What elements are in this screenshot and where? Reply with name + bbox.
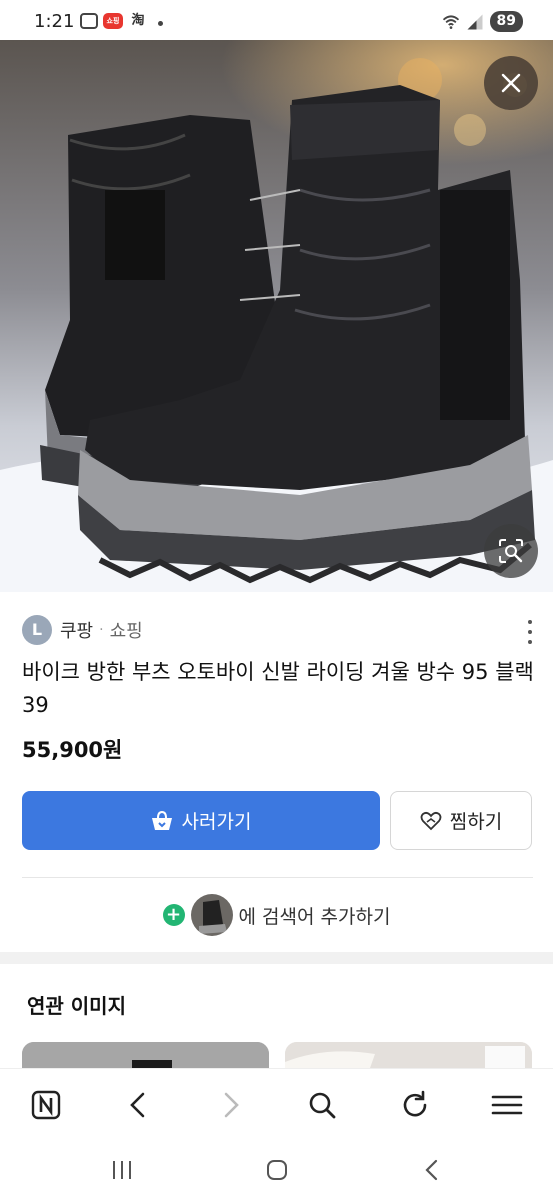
search-icon: [309, 1092, 336, 1119]
buy-button-label: 사러가기: [181, 811, 252, 833]
divider: [22, 877, 533, 878]
product-price: 55,900원: [22, 738, 123, 762]
product-image[interactable]: [0, 40, 553, 592]
product-title[interactable]: 바이크 방한 부츠 오토바이 신발 라이딩 겨울 방수 95 블랙 39: [22, 656, 537, 722]
source-type: 쇼핑: [109, 621, 143, 642]
shopping-app-icon: 쇼핑: [103, 13, 123, 29]
recent-apps-icon: [113, 1161, 131, 1179]
shopping-bag-icon: [151, 810, 172, 830]
signal-icon: [467, 14, 483, 29]
more-options-icon[interactable]: [525, 620, 535, 644]
source-separator: ·: [99, 622, 104, 638]
home-button[interactable]: [257, 1154, 297, 1186]
forward-button[interactable]: [209, 1083, 253, 1127]
status-time: 1:21: [34, 11, 75, 32]
notification-dot-icon: [158, 21, 163, 26]
lens-search-icon: [499, 539, 523, 563]
system-back-button[interactable]: [412, 1154, 452, 1186]
wifi-icon: [442, 14, 459, 29]
refresh-icon: [403, 1090, 427, 1117]
plus-icon: +: [162, 904, 185, 926]
image-thumbnail: [190, 894, 233, 936]
back-button[interactable]: [116, 1083, 160, 1127]
source-name: 쿠팡: [60, 621, 94, 642]
section-separator: [0, 952, 553, 964]
heart-tag-icon: [420, 811, 442, 830]
source-row[interactable]: L 쿠팡 · 쇼핑: [22, 615, 143, 645]
naver-home-button[interactable]: [24, 1083, 68, 1127]
add-search-term[interactable]: + 에 검색어 추가하기: [0, 890, 553, 940]
browser-toolbar: [0, 1068, 553, 1140]
hamburger-menu-icon: [491, 1095, 523, 1115]
related-images-title: 연관 이미지: [27, 994, 126, 1018]
chevron-left-icon: [130, 1092, 145, 1118]
lens-search-button[interactable]: [484, 524, 538, 578]
status-bar: 1:21 쇼핑 淘 89: [0, 0, 553, 40]
boots-photo: [0, 40, 553, 592]
menu-button[interactable]: [485, 1083, 529, 1127]
naver-icon: [31, 1090, 61, 1120]
system-back-icon: [425, 1159, 438, 1181]
screenshot-icon: [80, 13, 98, 29]
battery-indicator: 89: [489, 11, 523, 32]
chevron-right-icon: [224, 1092, 239, 1118]
taobao-icon: 淘: [131, 13, 145, 28]
recent-apps-button[interactable]: [102, 1154, 142, 1186]
buy-button[interactable]: 사러가기: [22, 791, 380, 850]
home-icon: [267, 1160, 287, 1180]
search-button[interactable]: [300, 1083, 344, 1127]
favorite-button-label: 찜하기: [449, 811, 503, 833]
favorite-button[interactable]: 찜하기: [390, 791, 532, 850]
close-icon: [501, 73, 521, 93]
add-search-text: 에 검색어 추가하기: [238, 905, 391, 928]
close-button[interactable]: [484, 56, 538, 110]
source-avatar: L: [22, 615, 52, 645]
refresh-button[interactable]: [393, 1083, 437, 1127]
system-navigation-bar: [0, 1140, 553, 1200]
